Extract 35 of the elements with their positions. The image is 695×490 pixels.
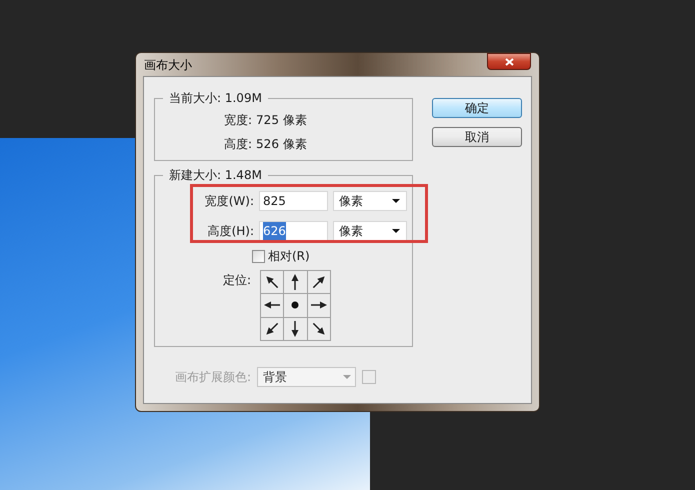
unit-dropdown[interactable]: 像素 — [333, 221, 407, 241]
group-legend: 新建大小: 1.48M — [163, 167, 268, 183]
anchor-cell[interactable] — [284, 318, 307, 340]
anchor-cell[interactable] — [261, 294, 284, 317]
field-label: 高度(H): — [206, 223, 255, 240]
dropdown-arrow-icon — [392, 229, 400, 233]
anchor-cell[interactable] — [284, 271, 307, 294]
dot-icon — [291, 301, 300, 310]
color-swatch[interactable] — [362, 370, 376, 384]
anchor-label: 定位: — [223, 272, 252, 288]
size-label: 宽度: — [224, 112, 252, 129]
extension-color-label: 画布扩展颜色: — [175, 369, 252, 386]
anchor-cell[interactable] — [261, 271, 284, 294]
close-icon — [504, 58, 514, 66]
anchor-cell[interactable] — [308, 294, 330, 317]
unit-dropdown[interactable]: 像素 — [333, 191, 407, 211]
close-button[interactable] — [487, 53, 531, 70]
anchor-cell[interactable] — [308, 271, 330, 294]
size-value: 725 像素 — [256, 112, 307, 129]
dialog-button[interactable]: 取消 — [432, 127, 522, 147]
size-label: 高度: — [224, 136, 252, 153]
dropdown-arrow-icon — [392, 199, 400, 203]
anchor-cell[interactable] — [261, 318, 284, 340]
anchor-cell[interactable] — [308, 318, 330, 340]
dialog-button[interactable]: 确定 — [432, 98, 522, 118]
input-field[interactable]: 825 — [259, 191, 328, 211]
window-title: 画布大小 — [143, 56, 192, 74]
relative-checkbox[interactable] — [252, 250, 265, 262]
group-legend: 当前大小: 1.09M — [163, 90, 268, 106]
field-label: 宽度(W): — [204, 193, 255, 210]
checkbox-label: 相对(R) — [268, 248, 310, 265]
size-value: 526 像素 — [256, 136, 307, 153]
dropdown-arrow-icon — [343, 375, 351, 379]
input-field[interactable]: 626 — [259, 221, 328, 241]
anchor-cell[interactable] — [284, 294, 307, 317]
